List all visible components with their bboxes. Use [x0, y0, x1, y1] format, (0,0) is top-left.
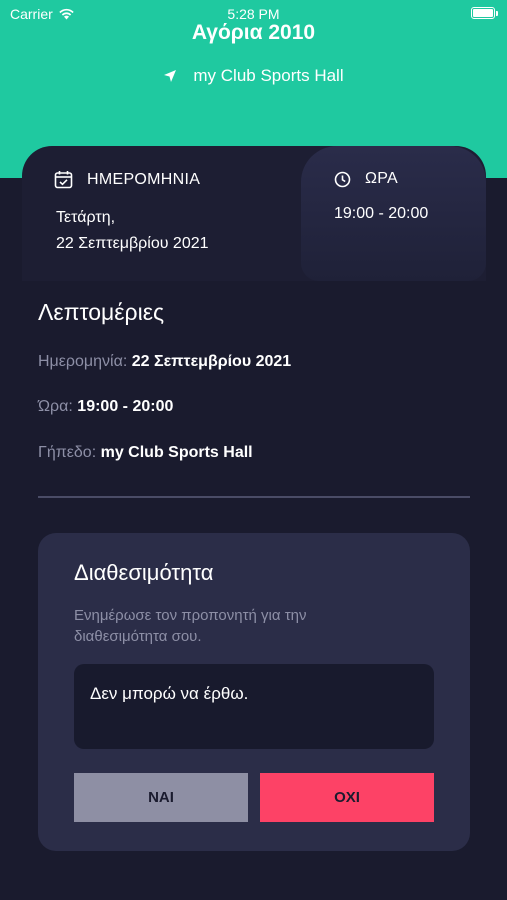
yes-button-label: ΝΑΙ: [148, 789, 174, 806]
time-value: 19:00 - 20:00: [334, 205, 429, 222]
location-label: my Club Sports Hall: [193, 66, 344, 85]
divider: [38, 496, 470, 498]
yes-button[interactable]: ΝΑΙ: [74, 773, 248, 822]
detail-row-venue: Γήπεδο: my Club Sports Hall: [38, 444, 253, 462]
detail-label: Γήπεδο:: [38, 444, 97, 461]
calendar-icon: [54, 171, 73, 189]
availability-message-field[interactable]: Δεν μπορώ να έρθω.: [74, 664, 434, 749]
availability-subtitle: Ενημέρωσε τον προπονητή για την διαθεσιμ…: [74, 607, 307, 645]
date-full: 22 Σεπτεμβρίου 2021: [56, 235, 209, 252]
detail-row-date: Ημερομηνία: 22 Σεπτεμβρίου 2021: [38, 353, 291, 371]
date-header: ΗΜΕΡΟΜΗΝΙΑ: [54, 170, 200, 189]
date-weekday: Τετάρτη,: [56, 209, 116, 226]
availability-title: Διαθεσιμότητα: [74, 560, 214, 585]
detail-value: 19:00 - 20:00: [77, 398, 174, 415]
status-time: 5:28 PM: [227, 6, 280, 22]
time-label: ΩΡΑ: [365, 170, 399, 187]
no-button[interactable]: ΟΧΙ: [260, 773, 434, 822]
no-button-label: ΟΧΙ: [334, 789, 360, 806]
location-row[interactable]: my Club Sports Hall: [0, 66, 507, 86]
location-arrow-icon: [164, 70, 177, 82]
page-title: Αγόρια 2010: [191, 21, 316, 44]
clock-icon: [334, 171, 351, 187]
detail-label: Ημερομηνία:: [38, 353, 128, 370]
time-header: ΩΡΑ: [334, 170, 398, 188]
detail-label: Ώρα:: [38, 398, 73, 415]
detail-value: my Club Sports Hall: [100, 444, 253, 461]
date-label: ΗΜΕΡΟΜΗΝΙΑ: [87, 170, 201, 188]
date-value: Τετάρτη, 22 Σεπτεμβρίου 2021: [56, 205, 209, 257]
details-title: Λεπτομέριες: [38, 299, 165, 325]
detail-row-time: Ώρα: 19:00 - 20:00: [38, 398, 173, 416]
battery-icon: [471, 7, 498, 19]
detail-value: 22 Σεπτεμβρίου 2021: [131, 353, 292, 370]
